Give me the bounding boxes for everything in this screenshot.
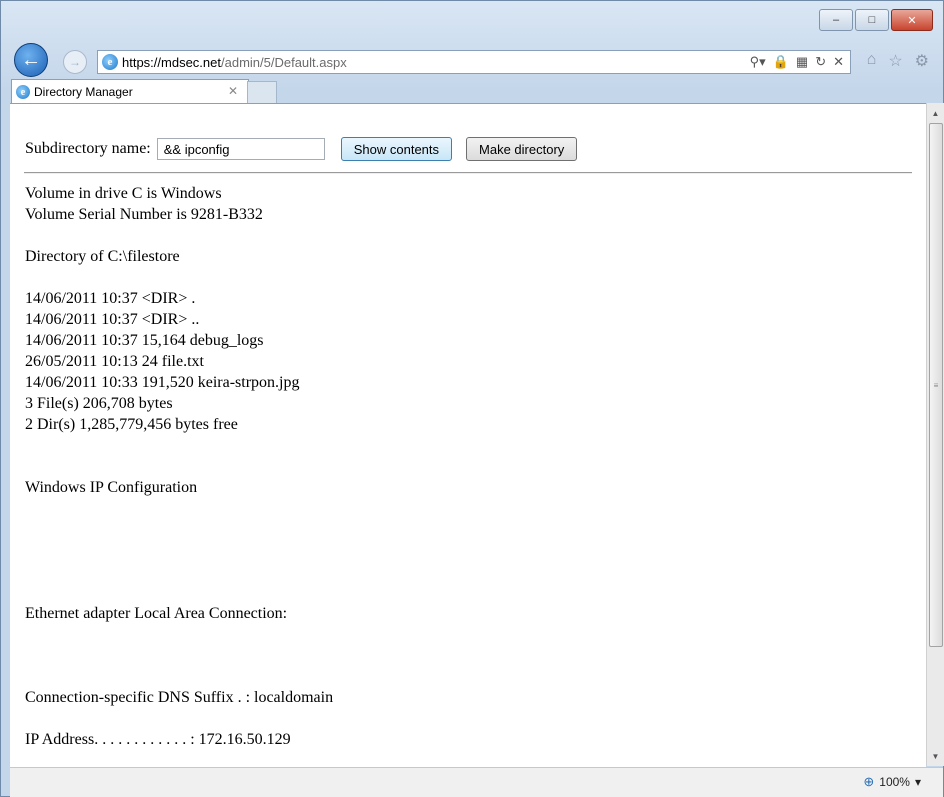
forward-arrow-icon: → [69, 55, 81, 69]
search-icon[interactable]: ⚲▾ [750, 54, 766, 70]
stop-icon[interactable]: ✕ [833, 54, 844, 70]
output-line: Connection-specific DNS Suffix . : local… [25, 689, 334, 706]
command-output: Volume in drive C is Windows Volume Seria… [25, 183, 333, 750]
maximize-icon: □ [868, 14, 876, 26]
output-line: Windows IP Configuration [25, 479, 198, 496]
subdirectory-input[interactable]: && ipconfig [156, 138, 325, 160]
tab-favicon-icon: e [16, 85, 30, 99]
output-line: 14/06/2011 10:33 191,520 keira-strpon.jp… [25, 374, 300, 391]
output-line: Volume Serial Number is 9281-B332 [25, 206, 263, 223]
grip-icon: ≡ [933, 380, 939, 390]
zoom-level: 100% [879, 775, 910, 789]
zoom-dropdown-icon[interactable]: ▾ [915, 775, 921, 789]
back-button[interactable]: ← [14, 43, 48, 77]
scroll-down-arrow-icon[interactable]: ▼ [927, 748, 944, 764]
minimize-button[interactable]: – [819, 9, 853, 31]
output-line: Ethernet adapter Local Area Connection: [25, 605, 288, 622]
url-path: /admin/5/Default.aspx [221, 54, 347, 70]
divider [24, 172, 912, 174]
close-icon: ✕ [907, 14, 917, 27]
scrollbar-thumb[interactable]: ≡ [929, 123, 943, 647]
tab-title: Directory Manager [34, 85, 133, 99]
tab-close-icon[interactable]: ✕ [228, 84, 238, 98]
output-line: Volume in drive C is Windows [25, 185, 222, 202]
gear-icon[interactable]: ⚙ [915, 51, 929, 71]
maximize-button[interactable]: □ [855, 9, 889, 31]
tab-strip: e Directory Manager ✕ [1, 79, 943, 104]
refresh-icon[interactable]: ↻ [815, 54, 826, 70]
directory-form: Subdirectory name: && ipconfig Show cont… [25, 137, 578, 161]
back-arrow-icon: ← [21, 48, 41, 71]
toolbar-icons: ⌂ ☆ ⚙ [867, 51, 929, 71]
make-directory-button[interactable]: Make directory [466, 137, 578, 161]
vertical-scrollbar[interactable]: ▲ ≡ ▼ [926, 103, 944, 766]
output-line: 2 Dir(s) 1,285,779,456 bytes free [25, 416, 238, 433]
browser-window: – □ ✕ ← → e https://mdsec.net/admin/5/De… [0, 0, 944, 797]
zoom-control[interactable]: ⊕ 100% ▾ [863, 774, 921, 790]
output-line: Directory of C:\filestore [25, 248, 180, 265]
compatibility-icon[interactable]: ▦ [796, 54, 808, 70]
output-line: 26/05/2011 10:13 24 file.txt [25, 353, 204, 370]
zoom-icon: ⊕ [863, 774, 875, 789]
show-contents-button[interactable]: Show contents [340, 137, 453, 161]
tab-directory-manager[interactable]: e Directory Manager ✕ [11, 79, 249, 104]
subdirectory-label: Subdirectory name: [25, 140, 151, 157]
address-tools: ⚲▾ 🔒 ▦ ↻ ✕ [750, 51, 844, 73]
url-host: https://mdsec.net [122, 54, 221, 70]
output-line: 3 File(s) 206,708 bytes [25, 395, 173, 412]
output-line: 14/06/2011 10:37 15,164 debug_logs [25, 332, 264, 349]
title-bar: – □ ✕ [1, 1, 943, 41]
close-button[interactable]: ✕ [891, 9, 933, 31]
home-icon[interactable]: ⌂ [867, 51, 877, 71]
lock-icon[interactable]: 🔒 [773, 54, 789, 70]
address-bar[interactable]: e https://mdsec.net/admin/5/Default.aspx… [97, 50, 851, 74]
output-line: 14/06/2011 10:37 <DIR> . [25, 290, 196, 307]
minimize-icon: – [832, 14, 840, 26]
page-content: Subdirectory name: && ipconfig Show cont… [10, 103, 926, 767]
favorites-star-icon[interactable]: ☆ [888, 51, 902, 71]
window-controls: – □ ✕ [819, 9, 933, 31]
scroll-up-arrow-icon[interactable]: ▲ [927, 105, 944, 121]
new-tab-button[interactable] [247, 81, 277, 104]
ie-logo-icon: e [102, 54, 118, 70]
output-line: IP Address. . . . . . . . . . . . : 172.… [25, 731, 291, 748]
forward-button[interactable]: → [63, 50, 87, 74]
status-bar: ⊕ 100% ▾ [10, 767, 943, 797]
navigation-bar: ← → e https://mdsec.net/admin/5/Default.… [1, 41, 943, 81]
output-line: 14/06/2011 10:37 <DIR> .. [25, 311, 200, 328]
